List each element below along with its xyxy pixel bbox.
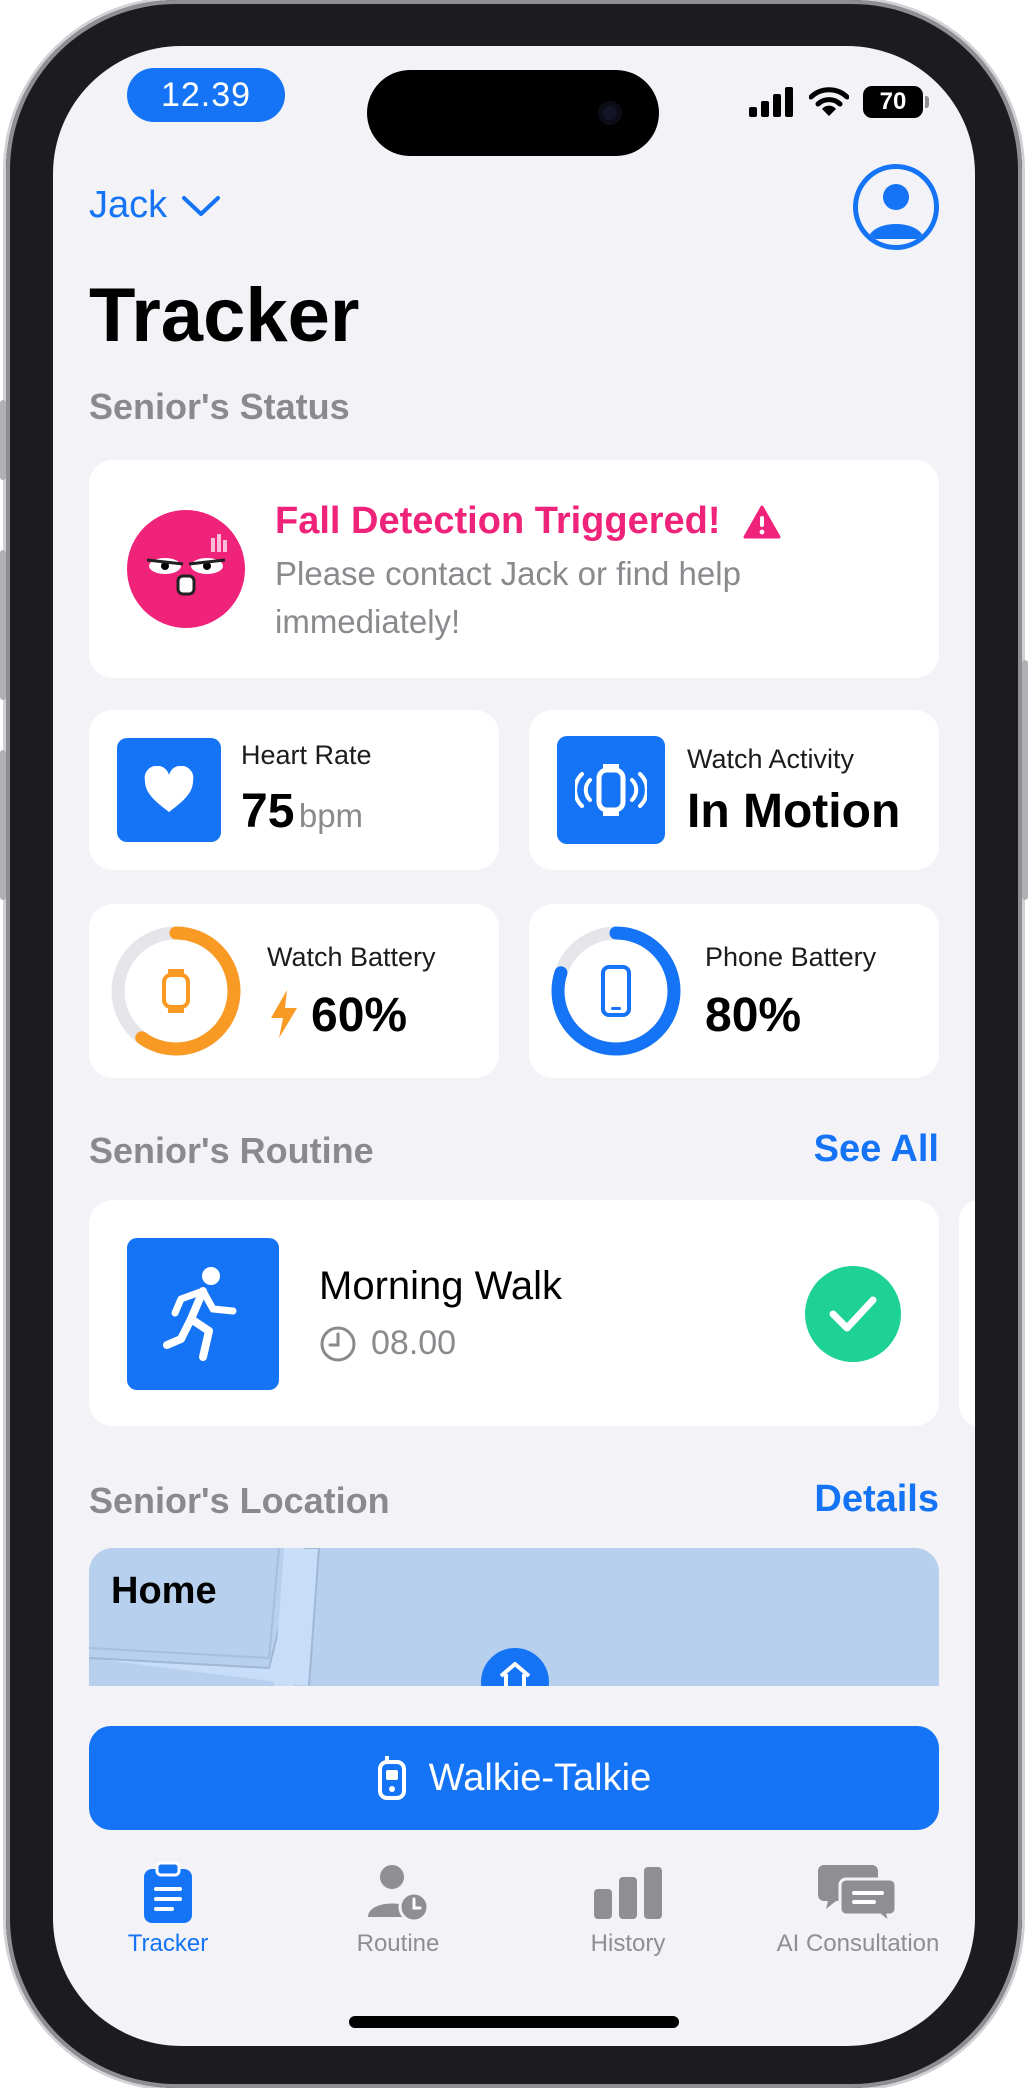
home-indicator[interactable] (349, 2016, 679, 2028)
watch-activity-value: In Motion (687, 785, 901, 838)
walkie-talkie-label: Walkie-Talkie (428, 1756, 652, 1799)
watch-activity-label: Watch Activity (687, 744, 855, 774)
person-clock-icon (368, 1865, 430, 1923)
map-place-label: Home (111, 1570, 217, 1612)
heart-rate-reading: 75 bpm (241, 784, 363, 839)
user-switcher[interactable]: Jack (89, 184, 221, 227)
clock-icon (320, 1326, 356, 1361)
tab-routine[interactable]: Routine (283, 1856, 513, 1958)
charging-bolt-icon (271, 990, 297, 1038)
phone-battery-value: 80% (705, 989, 802, 1042)
action-button (0, 400, 6, 480)
status-icons: 70 (749, 86, 929, 118)
phone-battery-ring (551, 926, 681, 1056)
chat-bubbles-icon (818, 1865, 898, 1923)
watch-vibrating-icon (557, 736, 665, 844)
volume-up-button (0, 550, 6, 700)
fall-alert-card[interactable]: Fall Detection Triggered! Please contact… (89, 460, 939, 678)
watch-battery-card[interactable]: Watch Battery 60% (89, 904, 499, 1078)
profile-button[interactable] (853, 164, 939, 250)
tab-history-label: History (590, 1930, 666, 1957)
walkie-talkie-icon (377, 1756, 406, 1800)
watch-icon (162, 969, 190, 1013)
phone-battery-label: Phone Battery (705, 942, 877, 972)
user-name: Jack (89, 184, 168, 226)
chevron-down-icon (182, 195, 221, 216)
tab-tracker-label: Tracker (127, 1930, 209, 1957)
walkie-talkie-button[interactable]: Walkie-Talkie (89, 1726, 939, 1830)
details-link[interactable]: Details (814, 1478, 939, 1521)
routine-card[interactable]: Morning Walk 08.00 (89, 1200, 939, 1426)
heart-rate-value: 75 (241, 785, 295, 838)
warning-icon (743, 505, 781, 538)
tab-history[interactable]: History (513, 1856, 743, 1958)
heart-rate-card[interactable]: Heart Rate 75 bpm (89, 710, 499, 870)
page-title: Tracker (89, 273, 360, 358)
location-section-heading: Senior's Location (89, 1480, 390, 1521)
watch-battery-label: Watch Battery (267, 942, 436, 972)
cellular-signal-icon (749, 87, 793, 117)
alert-title: Fall Detection Triggered! (275, 500, 721, 542)
location-map[interactable]: Home (89, 1548, 939, 1686)
tab-ai-consultation-label: AI Consultation (776, 1930, 940, 1957)
clipboard-icon (144, 1861, 192, 1923)
battery-indicator: 70 (863, 86, 929, 118)
tab-tracker[interactable]: Tracker (53, 1856, 283, 1958)
tab-ai-consultation[interactable]: AI Consultation (743, 1856, 973, 1958)
routine-time: 08.00 (371, 1324, 457, 1362)
checkmark-icon[interactable] (805, 1266, 901, 1362)
phone-battery-card[interactable]: Phone Battery 80% (529, 904, 939, 1078)
routine-name: Morning Walk (319, 1264, 563, 1308)
alert-title-row: Fall Detection Triggered! (275, 500, 781, 543)
status-time: 12.39 (127, 68, 285, 122)
bar-chart-icon (594, 1867, 662, 1919)
routine-time-row: 08.00 (319, 1324, 456, 1363)
status-section-heading: Senior's Status (89, 386, 350, 427)
screen: 12.39 70 Jack Tracker Senior's Status Fa… (53, 46, 975, 2046)
volume-down-button (0, 750, 6, 900)
next-routine-card-peek[interactable] (959, 1200, 975, 1426)
watch-battery-value: 60% (311, 989, 408, 1042)
heart-rate-label: Heart Rate (241, 740, 372, 770)
power-button (1022, 660, 1028, 900)
tab-routine-label: Routine (356, 1930, 440, 1957)
running-icon (127, 1238, 279, 1390)
fall-alert-avatar-icon (127, 510, 245, 628)
routine-section-heading: Senior's Routine (89, 1130, 374, 1171)
heart-icon (117, 738, 221, 842)
camera (598, 101, 622, 125)
person-icon (868, 184, 924, 239)
phone-icon (601, 965, 631, 1017)
alert-message: Please contact Jack or find help immedia… (275, 555, 741, 640)
wifi-icon (809, 87, 849, 116)
watch-activity-card[interactable]: Watch Activity In Motion (529, 710, 939, 870)
tab-bar: Tracker Routine History AI Consultation (53, 1856, 975, 1966)
heart-rate-unit: bpm (298, 797, 364, 834)
see-all-link[interactable]: See All (814, 1128, 939, 1171)
watch-battery-ring (111, 926, 241, 1056)
